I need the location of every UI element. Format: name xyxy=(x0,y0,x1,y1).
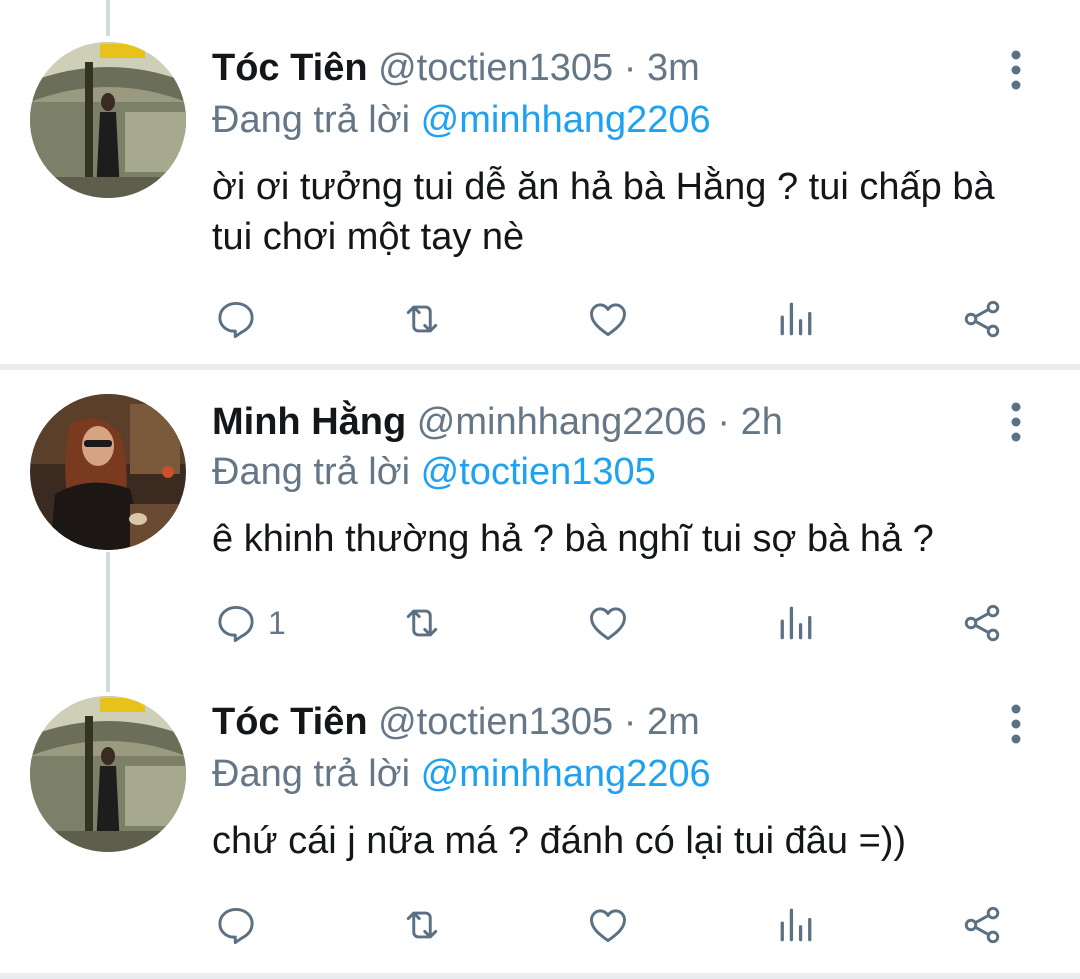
user-handle[interactable]: @toctien1305 xyxy=(378,701,613,743)
avatar[interactable] xyxy=(30,42,186,198)
tweet-actions: 1 xyxy=(0,598,1080,648)
retweet-button[interactable] xyxy=(400,900,444,950)
more-vertical-icon xyxy=(1011,704,1021,744)
replying-to: Đang trả lời @minhhang2206 xyxy=(212,98,711,142)
share-button[interactable] xyxy=(960,294,1004,344)
replying-to-label: Đang trả lời xyxy=(212,99,411,141)
retweet-button[interactable] xyxy=(400,294,444,344)
retweet-icon xyxy=(406,911,438,939)
separator-dot: · xyxy=(623,701,637,743)
analytics-icon xyxy=(780,908,812,942)
avatar[interactable] xyxy=(30,394,186,550)
share-button[interactable] xyxy=(960,598,1004,648)
tweet-text: ê khinh thường hả ? bà nghĩ tui sợ bà hả… xyxy=(212,518,934,560)
tweet-3[interactable]: Tóc Tiên @toctien1305 · 2m Đang trả lời … xyxy=(0,690,1080,979)
mention-link[interactable]: @toctien1305 xyxy=(421,451,656,493)
tweet-header: Tóc Tiên @toctien1305 · 2m xyxy=(212,700,700,744)
user-handle[interactable]: @toctien1305 xyxy=(378,47,613,89)
more-options-button[interactable] xyxy=(1006,704,1026,744)
reply-button[interactable] xyxy=(214,294,268,344)
share-icon xyxy=(964,906,1000,944)
timestamp[interactable]: 2m xyxy=(647,701,700,743)
tweet-text: chứ cái j nữa má ? đánh có lại tui đâu =… xyxy=(212,820,907,862)
mention-link[interactable]: @minhhang2206 xyxy=(421,753,711,795)
analytics-icon xyxy=(780,606,812,640)
tweet-2[interactable]: Minh Hằng @minhhang2206 · 2h Đang trả lờ… xyxy=(0,370,1080,688)
replying-to-label: Đang trả lời xyxy=(212,451,411,493)
reply-icon xyxy=(218,907,254,945)
tweet-actions xyxy=(0,294,1080,344)
tweet-header: Minh Hằng @minhhang2206 · 2h xyxy=(212,400,783,444)
more-options-button[interactable] xyxy=(1006,50,1026,90)
retweet-icon xyxy=(406,609,438,637)
like-button[interactable] xyxy=(586,598,630,648)
replying-to-label: Đang trả lời xyxy=(212,753,411,795)
like-icon xyxy=(590,607,626,641)
user-handle[interactable]: @minhhang2206 xyxy=(417,401,707,443)
analytics-button[interactable] xyxy=(774,900,818,950)
share-icon xyxy=(964,604,1000,642)
tweet-divider xyxy=(0,973,1080,979)
display-name[interactable]: Tóc Tiên xyxy=(212,701,368,743)
like-icon xyxy=(590,303,626,337)
tweet-text: ời ơi tưởng tui dễ ăn hả bà Hằng ? tui c… xyxy=(212,166,995,258)
more-options-button[interactable] xyxy=(1006,402,1026,442)
replying-to: Đang trả lời @toctien1305 xyxy=(212,450,656,494)
analytics-button[interactable] xyxy=(774,598,818,648)
reply-button[interactable] xyxy=(214,900,268,950)
tweet-actions xyxy=(0,900,1080,950)
like-button[interactable] xyxy=(586,900,630,950)
timestamp[interactable]: 2h xyxy=(741,401,783,443)
analytics-icon xyxy=(780,302,812,336)
avatar-image xyxy=(30,42,186,198)
retweet-icon xyxy=(406,305,438,333)
reply-icon xyxy=(218,301,254,339)
share-icon xyxy=(964,300,1000,338)
display-name[interactable]: Minh Hằng xyxy=(212,401,406,443)
share-button[interactable] xyxy=(960,900,1004,950)
mention-link[interactable]: @minhhang2206 xyxy=(421,99,711,141)
avatar-image xyxy=(30,696,186,852)
tweet-1[interactable]: Tóc Tiên @toctien1305 · 3m Đang trả lời … xyxy=(0,0,1080,366)
retweet-button[interactable] xyxy=(400,598,444,648)
more-vertical-icon xyxy=(1011,50,1021,90)
reply-count: 1 xyxy=(268,604,286,641)
replying-to: Đang trả lời @minhhang2206 xyxy=(212,752,711,796)
timestamp[interactable]: 3m xyxy=(647,47,700,89)
analytics-button[interactable] xyxy=(774,294,818,344)
display-name[interactable]: Tóc Tiên xyxy=(212,47,368,89)
like-button[interactable] xyxy=(586,294,630,344)
reply-button[interactable]: 1 xyxy=(214,598,286,648)
like-icon xyxy=(590,909,626,943)
avatar-image xyxy=(30,394,186,550)
avatar[interactable] xyxy=(30,696,186,852)
reply-icon xyxy=(218,605,254,643)
separator-dot: · xyxy=(623,47,637,89)
more-vertical-icon xyxy=(1011,402,1021,442)
separator-dot: · xyxy=(717,401,730,443)
tweet-header: Tóc Tiên @toctien1305 · 3m xyxy=(212,46,700,90)
